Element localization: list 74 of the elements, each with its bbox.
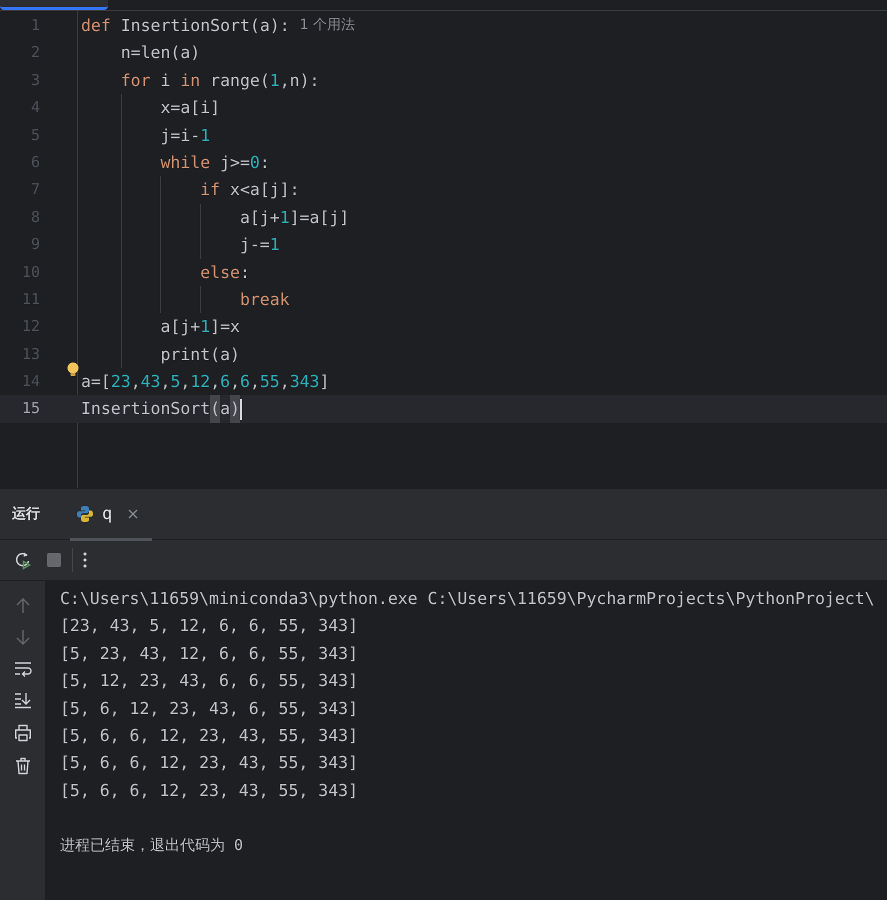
code-text: , bbox=[130, 371, 141, 394]
close-icon[interactable] bbox=[128, 509, 138, 519]
code-number: 1 bbox=[200, 316, 210, 338]
code-text: j-= bbox=[240, 234, 270, 256]
panel-title: 运行 bbox=[12, 505, 40, 523]
code-text: i bbox=[160, 70, 172, 92]
code-number: 12 bbox=[190, 371, 210, 394]
rerun-icon[interactable] bbox=[14, 550, 32, 570]
lightbulb-icon[interactable] bbox=[66, 362, 80, 378]
code-text: ]=a[j] bbox=[290, 206, 350, 229]
matched-brace: ) bbox=[230, 395, 240, 423]
code-text: : bbox=[260, 152, 270, 174]
code-number: 1 bbox=[280, 206, 290, 229]
code-text: x<a[j]: bbox=[230, 179, 300, 202]
code-text: , bbox=[280, 371, 290, 394]
output-line: [5, 23, 43, 12, 6, 6, 55, 343] bbox=[60, 642, 360, 665]
soft-wrap-icon[interactable] bbox=[14, 661, 32, 677]
code-text: , bbox=[180, 371, 190, 394]
code-text: InsertionSort(a): bbox=[120, 15, 290, 37]
output-line: [5, 12, 23, 43, 6, 6, 55, 343] bbox=[60, 670, 360, 692]
code-text: j=i- bbox=[160, 124, 200, 147]
code-text: , bbox=[210, 371, 220, 394]
code-keyword: for bbox=[120, 70, 152, 92]
code-number: 55 bbox=[260, 371, 280, 394]
matched-brace: ( bbox=[210, 395, 220, 423]
output-line: [5, 6, 12, 23, 43, 6, 55, 343] bbox=[60, 698, 360, 720]
code-text: n=len(a) bbox=[120, 42, 200, 64]
python-icon bbox=[76, 505, 94, 523]
output-line: [5, 6, 6, 12, 23, 43, 55, 343] bbox=[60, 780, 360, 802]
code-text: j>= bbox=[220, 152, 250, 174]
code-number: 43 bbox=[140, 371, 160, 394]
code-text: , bbox=[160, 371, 170, 394]
code-text: , bbox=[230, 371, 240, 394]
code-number: 5 bbox=[170, 371, 180, 394]
code-number: 1 bbox=[200, 124, 210, 147]
code-number: 1 bbox=[270, 234, 280, 256]
code-text: range( bbox=[210, 70, 270, 92]
code-number: 343 bbox=[290, 371, 320, 394]
code-text: ] bbox=[320, 371, 330, 394]
code-keyword: else bbox=[200, 262, 240, 284]
command-line: C:\Users\11659\miniconda3\python.exe C:\Users\11659\PycharmProjects\PythonProject\ bbox=[60, 588, 876, 610]
trash-icon[interactable] bbox=[14, 757, 30, 775]
code-number: 1 bbox=[270, 70, 280, 92]
code-number: 6 bbox=[220, 371, 230, 394]
code-number: 0 bbox=[250, 152, 260, 174]
code-text: print(a) bbox=[160, 344, 240, 366]
code-text: a[j+ bbox=[240, 206, 280, 229]
code-keyword: def bbox=[81, 15, 112, 37]
code-keyword: break bbox=[240, 288, 290, 311]
code-keyword: while bbox=[160, 152, 212, 174]
code-text: a bbox=[220, 398, 230, 420]
more-icon[interactable] bbox=[83, 551, 87, 569]
output-line: [23, 43, 5, 12, 6, 6, 55, 343] bbox=[60, 615, 360, 638]
exit-message: 进程已结束，退出代码为 0 bbox=[60, 834, 244, 856]
tab-indicator[interactable] bbox=[0, 0, 108, 10]
code-text: x=a[i] bbox=[160, 97, 220, 120]
printer-icon[interactable] bbox=[14, 724, 32, 742]
code-text: ]=x bbox=[210, 316, 240, 338]
code-text: a=[ bbox=[81, 371, 111, 394]
code-text: ,n): bbox=[280, 70, 320, 92]
output-line: [5, 6, 6, 12, 23, 43, 55, 343] bbox=[60, 752, 360, 774]
scroll-to-end-icon[interactable] bbox=[14, 692, 32, 709]
code-text: InsertionSort bbox=[81, 398, 210, 420]
code-number: 6 bbox=[240, 371, 250, 394]
output-line: [5, 6, 6, 12, 23, 43, 55, 343] bbox=[60, 724, 360, 747]
code-text: a[j+ bbox=[160, 316, 200, 338]
code-text: : bbox=[240, 262, 250, 284]
line-number: 15 bbox=[20, 398, 41, 420]
code-keyword: in bbox=[180, 70, 202, 92]
run-tab[interactable]: q bbox=[70, 490, 152, 540]
code-keyword: if bbox=[200, 179, 222, 202]
code-number: 23 bbox=[110, 371, 131, 394]
usage-hint[interactable]: 1 个用法 bbox=[300, 12, 355, 40]
code-text: , bbox=[250, 371, 260, 394]
